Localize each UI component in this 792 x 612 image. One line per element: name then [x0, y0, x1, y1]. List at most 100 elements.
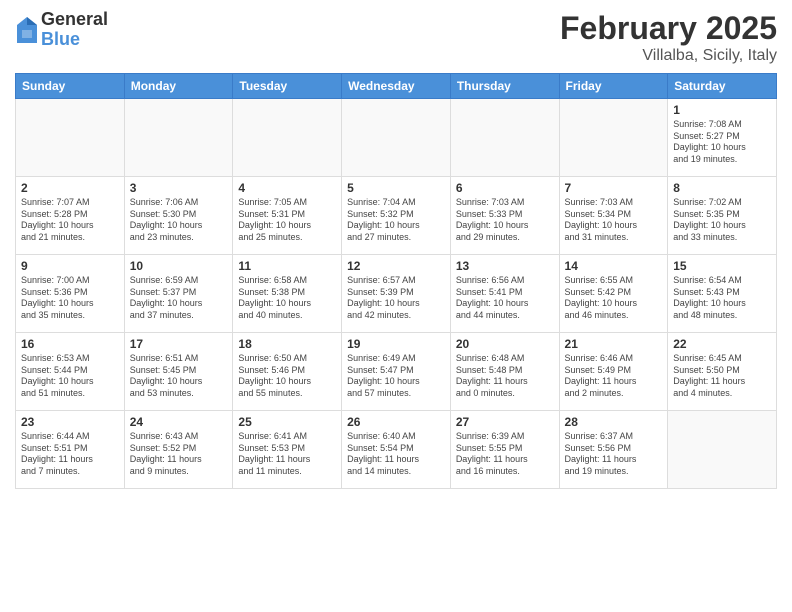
- calendar-cell: 2 Sunrise: 7:07 AM Sunset: 5:28 PM Daylig…: [16, 177, 125, 255]
- day-info: Sunrise: 6:53 AM Sunset: 5:44 PM Dayligh…: [21, 353, 119, 400]
- day-number: 3: [130, 181, 228, 195]
- calendar-cell: 12 Sunrise: 6:57 AM Sunset: 5:39 PM Dayli…: [342, 255, 451, 333]
- day-number: 14: [565, 259, 663, 273]
- day-number: 5: [347, 181, 445, 195]
- calendar-cell: 19 Sunrise: 6:49 AM Sunset: 5:47 PM Dayli…: [342, 333, 451, 411]
- day-info: Sunrise: 7:03 AM Sunset: 5:33 PM Dayligh…: [456, 197, 554, 244]
- day-info: Sunrise: 6:41 AM Sunset: 5:53 PM Dayligh…: [238, 431, 336, 478]
- day-info: Sunrise: 6:54 AM Sunset: 5:43 PM Dayligh…: [673, 275, 771, 322]
- day-number: 27: [456, 415, 554, 429]
- calendar-cell: 4 Sunrise: 7:05 AM Sunset: 5:31 PM Daylig…: [233, 177, 342, 255]
- calendar-cell: 27Sunrise: 6:39 AM Sunset: 5:55 PM Dayli…: [450, 411, 559, 489]
- calendar-week-4: 23 Sunrise: 6:44 AM Sunset: 5:51 PM Dayli…: [16, 411, 777, 489]
- col-header-wednesday: Wednesday: [342, 74, 451, 99]
- logo: General Blue: [15, 10, 108, 50]
- calendar-cell: 3 Sunrise: 7:06 AM Sunset: 5:30 PM Daylig…: [124, 177, 233, 255]
- day-info: Sunrise: 6:48 AM Sunset: 5:48 PM Dayligh…: [456, 353, 554, 400]
- calendar-cell: 13 Sunrise: 6:56 AM Sunset: 5:41 PM Dayli…: [450, 255, 559, 333]
- location: Villalba, Sicily, Italy: [560, 47, 777, 65]
- calendar-cell: [124, 99, 233, 177]
- col-header-sunday: Sunday: [16, 74, 125, 99]
- calendar-cell: 8Sunrise: 7:02 AM Sunset: 5:35 PM Daylig…: [668, 177, 777, 255]
- day-info: Sunrise: 6:46 AM Sunset: 5:49 PM Dayligh…: [565, 353, 663, 400]
- col-header-tuesday: Tuesday: [233, 74, 342, 99]
- calendar-cell: 24Sunrise: 6:43 AM Sunset: 5:52 PM Dayli…: [124, 411, 233, 489]
- calendar-week-3: 16 Sunrise: 6:53 AM Sunset: 5:44 PM Dayli…: [16, 333, 777, 411]
- day-info: Sunrise: 7:06 AM Sunset: 5:30 PM Dayligh…: [130, 197, 228, 244]
- day-number: 22: [673, 337, 771, 351]
- day-info: Sunrise: 6:56 AM Sunset: 5:41 PM Dayligh…: [456, 275, 554, 322]
- calendar-cell: [559, 99, 668, 177]
- day-info: Sunrise: 7:03 AM Sunset: 5:34 PM Dayligh…: [565, 197, 663, 244]
- day-number: 15: [673, 259, 771, 273]
- calendar-cell: 15 Sunrise: 6:54 AM Sunset: 5:43 PM Dayli…: [668, 255, 777, 333]
- title-section: February 2025 Villalba, Sicily, Italy: [560, 10, 777, 65]
- day-number: 9: [21, 259, 119, 273]
- day-info: Sunrise: 6:45 AM Sunset: 5:50 PM Dayligh…: [673, 353, 771, 400]
- col-header-friday: Friday: [559, 74, 668, 99]
- calendar-cell: 25 Sunrise: 6:41 AM Sunset: 5:53 PM Dayli…: [233, 411, 342, 489]
- day-number: 25: [238, 415, 336, 429]
- calendar-cell: 22 Sunrise: 6:45 AM Sunset: 5:50 PM Dayli…: [668, 333, 777, 411]
- calendar-cell: [342, 99, 451, 177]
- day-info: Sunrise: 6:59 AM Sunset: 5:37 PM Dayligh…: [130, 275, 228, 322]
- day-info: Sunrise: 7:05 AM Sunset: 5:31 PM Dayligh…: [238, 197, 336, 244]
- calendar-cell: [668, 411, 777, 489]
- calendar-cell: 16 Sunrise: 6:53 AM Sunset: 5:44 PM Dayli…: [16, 333, 125, 411]
- calendar-cell: [233, 99, 342, 177]
- calendar-cell: 26 Sunrise: 6:40 AM Sunset: 5:54 PM Dayli…: [342, 411, 451, 489]
- day-info: Sunrise: 7:08 AM Sunset: 5:27 PM Dayligh…: [673, 119, 771, 166]
- day-number: 10: [130, 259, 228, 273]
- calendar-week-1: 2 Sunrise: 7:07 AM Sunset: 5:28 PM Daylig…: [16, 177, 777, 255]
- day-info: Sunrise: 6:40 AM Sunset: 5:54 PM Dayligh…: [347, 431, 445, 478]
- logo-blue-text: Blue: [41, 30, 108, 50]
- day-number: 4: [238, 181, 336, 195]
- calendar-cell: 6 Sunrise: 7:03 AM Sunset: 5:33 PM Daylig…: [450, 177, 559, 255]
- day-info: Sunrise: 6:49 AM Sunset: 5:47 PM Dayligh…: [347, 353, 445, 400]
- day-number: 7: [565, 181, 663, 195]
- calendar-cell: 1 Sunrise: 7:08 AM Sunset: 5:27 PM Daylig…: [668, 99, 777, 177]
- day-info: Sunrise: 6:58 AM Sunset: 5:38 PM Dayligh…: [238, 275, 336, 322]
- day-number: 13: [456, 259, 554, 273]
- calendar-week-2: 9 Sunrise: 7:00 AM Sunset: 5:36 PM Daylig…: [16, 255, 777, 333]
- calendar-cell: [16, 99, 125, 177]
- day-info: Sunrise: 6:50 AM Sunset: 5:46 PM Dayligh…: [238, 353, 336, 400]
- day-number: 1: [673, 103, 771, 117]
- day-number: 23: [21, 415, 119, 429]
- calendar-cell: 5 Sunrise: 7:04 AM Sunset: 5:32 PM Daylig…: [342, 177, 451, 255]
- day-number: 18: [238, 337, 336, 351]
- col-header-saturday: Saturday: [668, 74, 777, 99]
- day-info: Sunrise: 6:57 AM Sunset: 5:39 PM Dayligh…: [347, 275, 445, 322]
- day-info: Sunrise: 7:04 AM Sunset: 5:32 PM Dayligh…: [347, 197, 445, 244]
- logo-text: General Blue: [41, 10, 108, 50]
- day-info: Sunrise: 7:02 AM Sunset: 5:35 PM Dayligh…: [673, 197, 771, 244]
- day-number: 26: [347, 415, 445, 429]
- day-number: 6: [456, 181, 554, 195]
- day-number: 17: [130, 337, 228, 351]
- day-info: Sunrise: 7:07 AM Sunset: 5:28 PM Dayligh…: [21, 197, 119, 244]
- day-number: 16: [21, 337, 119, 351]
- day-number: 19: [347, 337, 445, 351]
- calendar-cell: 11Sunrise: 6:58 AM Sunset: 5:38 PM Dayli…: [233, 255, 342, 333]
- day-info: Sunrise: 6:44 AM Sunset: 5:51 PM Dayligh…: [21, 431, 119, 478]
- calendar-cell: 23 Sunrise: 6:44 AM Sunset: 5:51 PM Dayli…: [16, 411, 125, 489]
- calendar-cell: 21 Sunrise: 6:46 AM Sunset: 5:49 PM Dayli…: [559, 333, 668, 411]
- day-info: Sunrise: 7:00 AM Sunset: 5:36 PM Dayligh…: [21, 275, 119, 322]
- calendar-table: SundayMondayTuesdayWednesdayThursdayFrid…: [15, 73, 777, 489]
- day-number: 20: [456, 337, 554, 351]
- calendar-cell: 17Sunrise: 6:51 AM Sunset: 5:45 PM Dayli…: [124, 333, 233, 411]
- day-number: 12: [347, 259, 445, 273]
- calendar-cell: 14Sunrise: 6:55 AM Sunset: 5:42 PM Dayli…: [559, 255, 668, 333]
- day-number: 21: [565, 337, 663, 351]
- calendar-header-row: SundayMondayTuesdayWednesdayThursdayFrid…: [16, 74, 777, 99]
- calendar-cell: 20 Sunrise: 6:48 AM Sunset: 5:48 PM Dayli…: [450, 333, 559, 411]
- calendar-cell: [450, 99, 559, 177]
- day-number: 24: [130, 415, 228, 429]
- day-number: 28: [565, 415, 663, 429]
- calendar-cell: 7 Sunrise: 7:03 AM Sunset: 5:34 PM Daylig…: [559, 177, 668, 255]
- calendar-cell: 28Sunrise: 6:37 AM Sunset: 5:56 PM Dayli…: [559, 411, 668, 489]
- calendar-week-0: 1 Sunrise: 7:08 AM Sunset: 5:27 PM Daylig…: [16, 99, 777, 177]
- calendar-cell: 18 Sunrise: 6:50 AM Sunset: 5:46 PM Dayli…: [233, 333, 342, 411]
- calendar-cell: 10 Sunrise: 6:59 AM Sunset: 5:37 PM Dayli…: [124, 255, 233, 333]
- day-number: 2: [21, 181, 119, 195]
